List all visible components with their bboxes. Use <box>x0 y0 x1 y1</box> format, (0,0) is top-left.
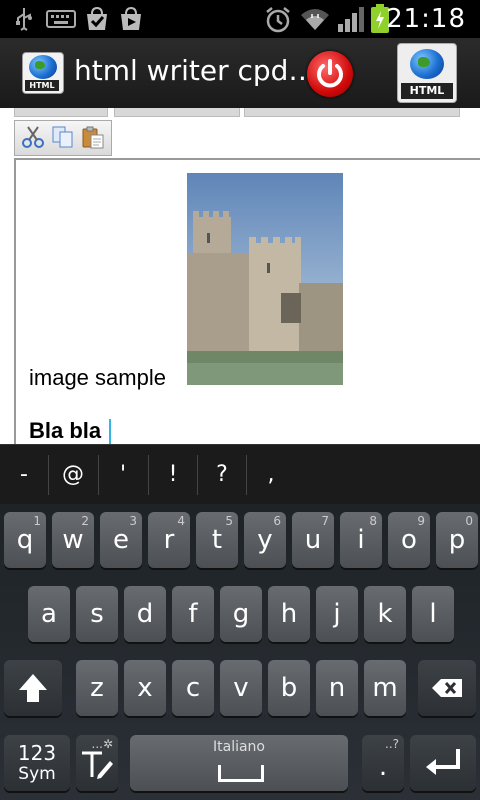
suggestion-key[interactable]: @ <box>49 445 97 505</box>
app-title: html writer cpd… <box>74 54 317 87</box>
space-bar-icon <box>218 765 264 782</box>
key-m[interactable]: m <box>364 660 406 716</box>
keyboard: 1q 2w 3e 4r 5t 6y 7u 8i 9o 0p a s d f g … <box>0 504 480 800</box>
play-store-icon <box>121 6 141 30</box>
edit-toolbar <box>14 120 112 156</box>
html-globe-icon[interactable]: HTML <box>397 43 457 103</box>
suggestion-key[interactable]: ? <box>198 445 246 505</box>
html-button-badge: HTML <box>401 83 453 99</box>
suggestion-strip: - @ ' ! ? , <box>0 444 480 505</box>
usb-icon <box>16 8 32 31</box>
key-z[interactable]: z <box>76 660 118 716</box>
key-f[interactable]: f <box>172 586 214 642</box>
copy-icon[interactable] <box>51 125 75 149</box>
enter-icon <box>426 749 460 775</box>
key-b[interactable]: b <box>268 660 310 716</box>
period-hint: ..? <box>385 737 399 751</box>
cut-icon[interactable] <box>21 125 45 149</box>
alarm-icon <box>266 7 290 33</box>
period-key[interactable]: ..? . <box>362 735 404 791</box>
wifi-icon <box>301 9 329 30</box>
backspace-icon <box>432 679 462 697</box>
keyboard-icon <box>46 10 76 28</box>
tab-3[interactable] <box>244 108 460 117</box>
tab-1[interactable] <box>14 108 108 117</box>
symbols-key[interactable]: 123 Sym <box>4 735 70 791</box>
key-l[interactable]: l <box>412 586 454 642</box>
key-j[interactable]: j <box>316 586 358 642</box>
symbols-key-top: 123 <box>17 741 57 765</box>
settings-hint: ...✲ <box>91 737 114 751</box>
text-cursor <box>109 419 111 445</box>
key-h[interactable]: h <box>268 586 310 642</box>
app-bar: HTML html writer cpd… HTML <box>0 38 480 109</box>
key-k[interactable]: k <box>364 586 406 642</box>
power-icon[interactable] <box>307 51 353 97</box>
key-v[interactable]: v <box>220 660 262 716</box>
shift-icon <box>19 674 47 702</box>
suggestion-key[interactable]: - <box>0 445 48 505</box>
html-editor[interactable]: image sample Bla bla <box>14 158 480 446</box>
suggestion-key[interactable]: , <box>247 445 295 505</box>
key-t[interactable]: 5t <box>196 512 238 568</box>
key-d[interactable]: d <box>124 586 166 642</box>
clock: 21:18 <box>386 4 466 34</box>
shift-key[interactable] <box>4 660 62 716</box>
key-x[interactable]: x <box>124 660 166 716</box>
signal-icon <box>338 7 364 32</box>
key-u[interactable]: 7u <box>292 512 334 568</box>
status-bar: 21:18 <box>0 0 480 38</box>
symbols-key-bottom: Sym <box>18 764 56 784</box>
key-p[interactable]: 0p <box>436 512 478 568</box>
editor-area: image sample Bla bla <box>0 108 480 446</box>
key-q[interactable]: 1q <box>4 512 46 568</box>
key-o[interactable]: 9o <box>388 512 430 568</box>
app-logo-badge: HTML <box>25 80 59 91</box>
task-check-icon <box>87 6 107 30</box>
key-y[interactable]: 6y <box>244 512 286 568</box>
suggestion-key[interactable]: ! <box>149 445 197 505</box>
key-r[interactable]: 4r <box>148 512 190 568</box>
handwriting-key[interactable]: ...✲ <box>76 735 118 791</box>
key-s[interactable]: s <box>76 586 118 642</box>
key-e[interactable]: 3e <box>100 512 142 568</box>
key-n[interactable]: n <box>316 660 358 716</box>
editor-tabs <box>14 108 480 118</box>
suggestion-key[interactable]: ' <box>99 445 147 505</box>
key-i[interactable]: 8i <box>340 512 382 568</box>
tab-2[interactable] <box>114 108 240 117</box>
key-g[interactable]: g <box>220 586 262 642</box>
image-caption: image sample <box>29 365 166 390</box>
enter-key[interactable] <box>410 735 476 791</box>
paste-icon[interactable] <box>81 125 105 149</box>
key-c[interactable]: c <box>172 660 214 716</box>
app-logo-icon[interactable]: HTML <box>22 52 64 94</box>
key-a[interactable]: a <box>28 586 70 642</box>
space-key[interactable]: Italiano <box>130 735 348 791</box>
key-w[interactable]: 2w <box>52 512 94 568</box>
bold-text: Bla bla <box>29 418 102 443</box>
space-language: Italiano <box>213 739 265 755</box>
backspace-key[interactable] <box>418 660 476 716</box>
castle-photo <box>187 173 343 385</box>
